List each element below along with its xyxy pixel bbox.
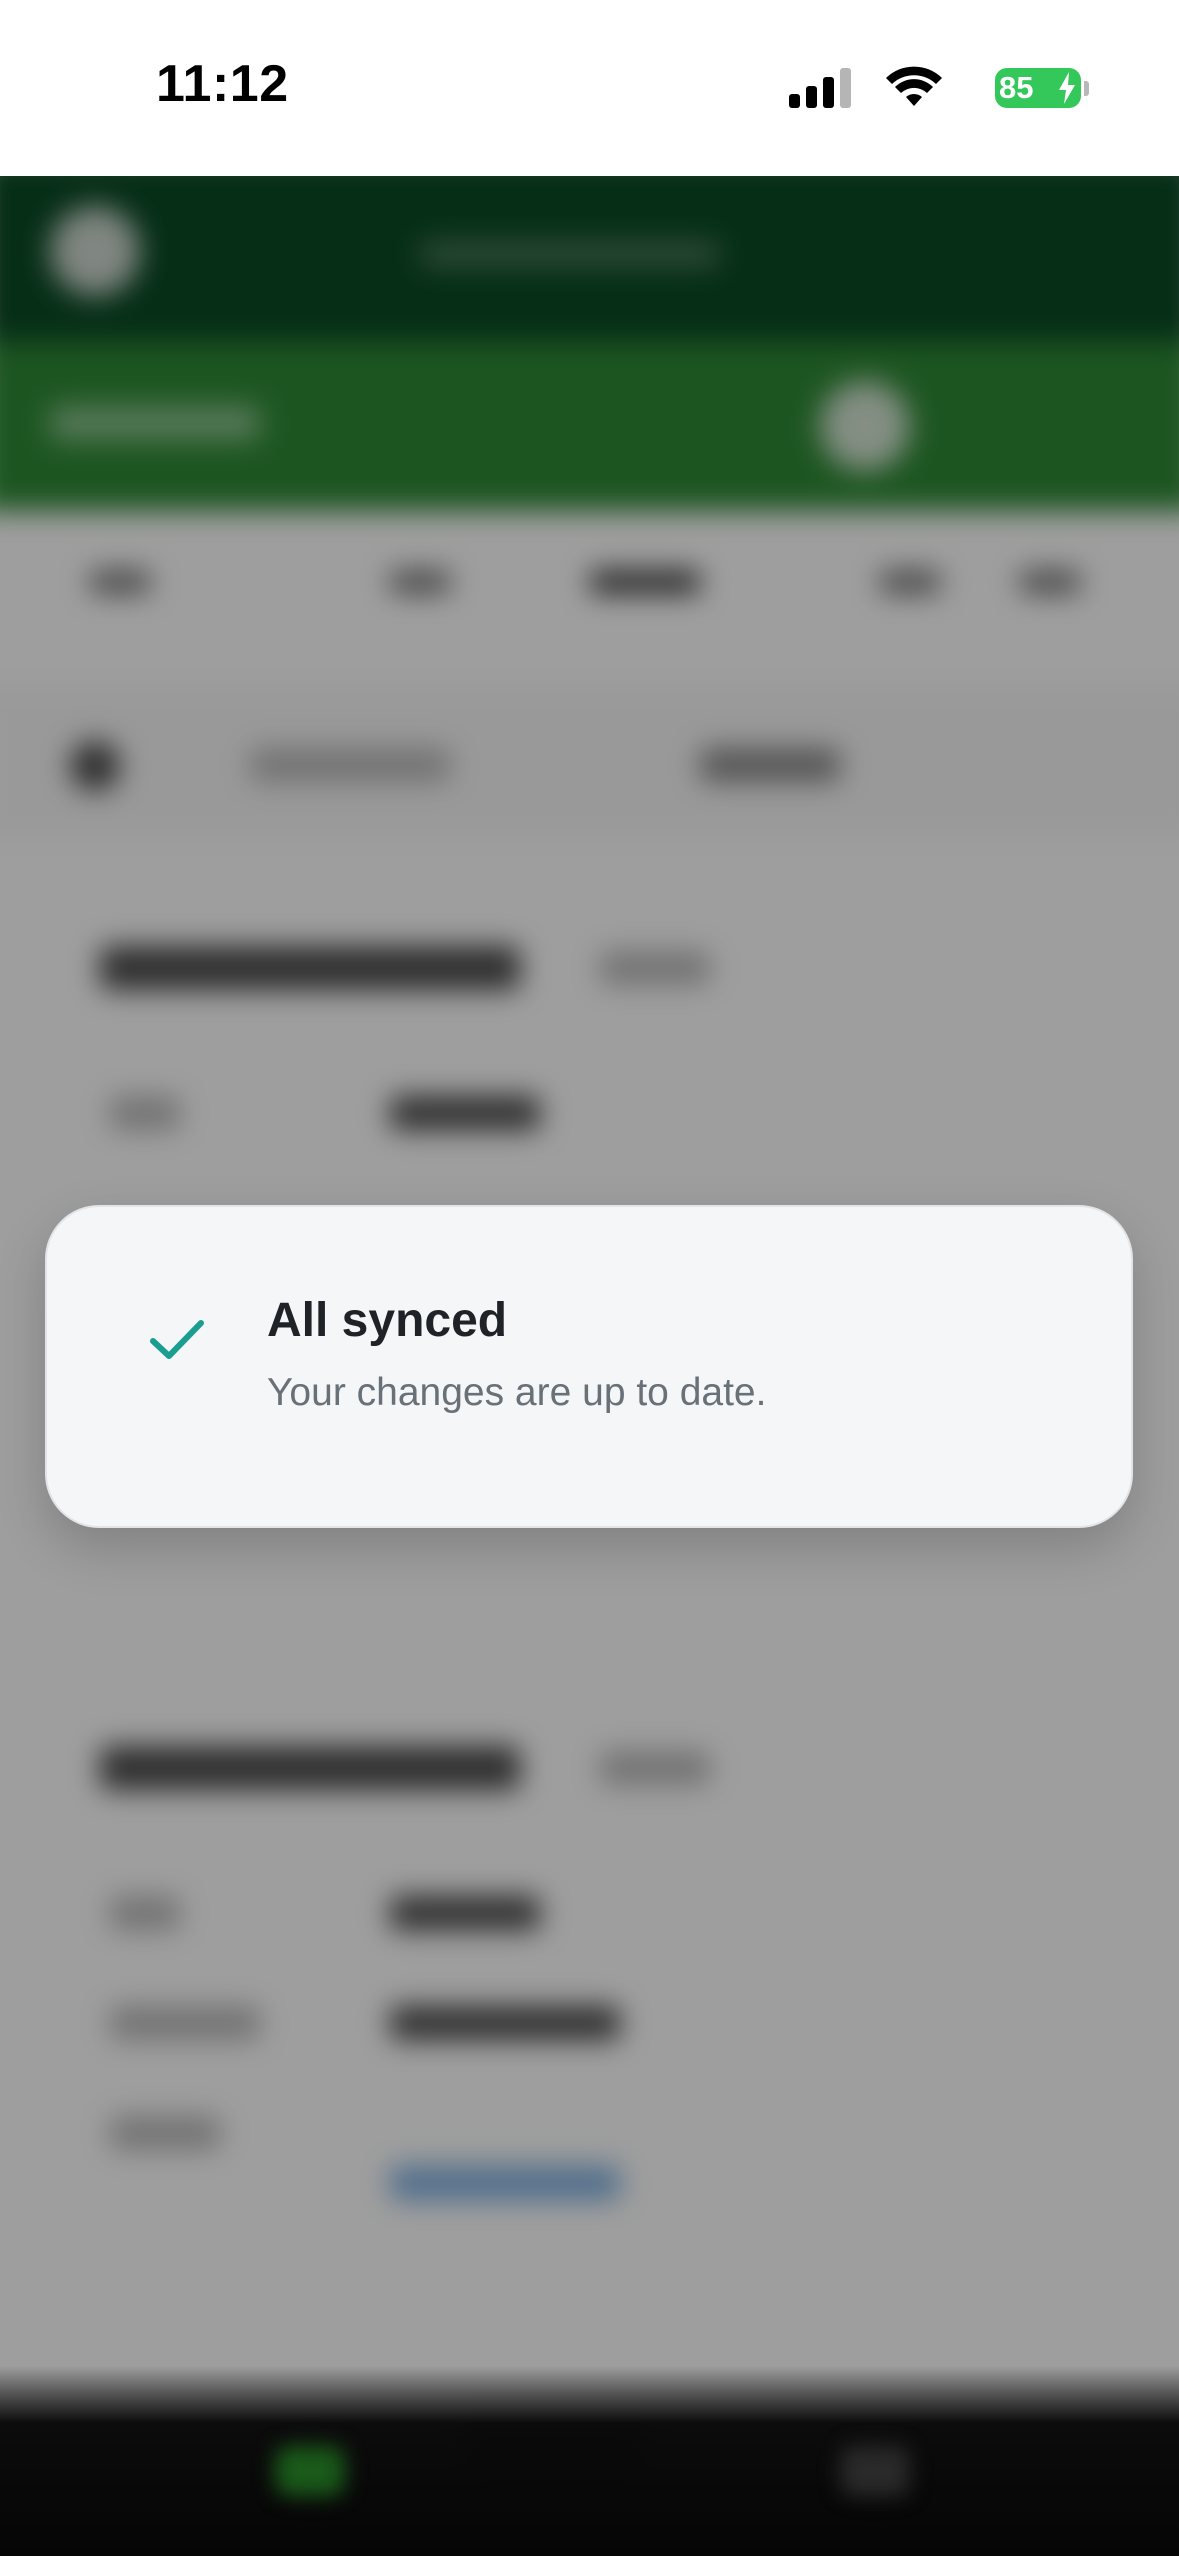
charging-bolt-icon bbox=[1057, 72, 1077, 112]
battery-cap bbox=[1084, 81, 1089, 96]
screen: 11:12 85 All synced Your changes are up … bbox=[0, 0, 1179, 2556]
tab-bar-item-hint bbox=[275, 2446, 345, 2496]
sync-status-toast[interactable]: All synced Your changes are up to date. bbox=[45, 1205, 1133, 1528]
tab-bar-item-hint bbox=[840, 2446, 910, 2496]
wifi-icon bbox=[885, 66, 943, 115]
signal-icon bbox=[789, 66, 851, 115]
toast-subtitle: Your changes are up to date. bbox=[267, 1371, 767, 1414]
bottom-tab-bar bbox=[0, 2366, 1179, 2556]
status-bar: 11:12 85 bbox=[0, 0, 1179, 176]
status-time: 11:12 bbox=[156, 55, 289, 113]
toast-title: All synced bbox=[267, 1294, 508, 1347]
checkmark-icon bbox=[147, 1309, 207, 1369]
battery-level: 85 bbox=[999, 70, 1034, 105]
battery-icon: 85 bbox=[995, 68, 1089, 108]
